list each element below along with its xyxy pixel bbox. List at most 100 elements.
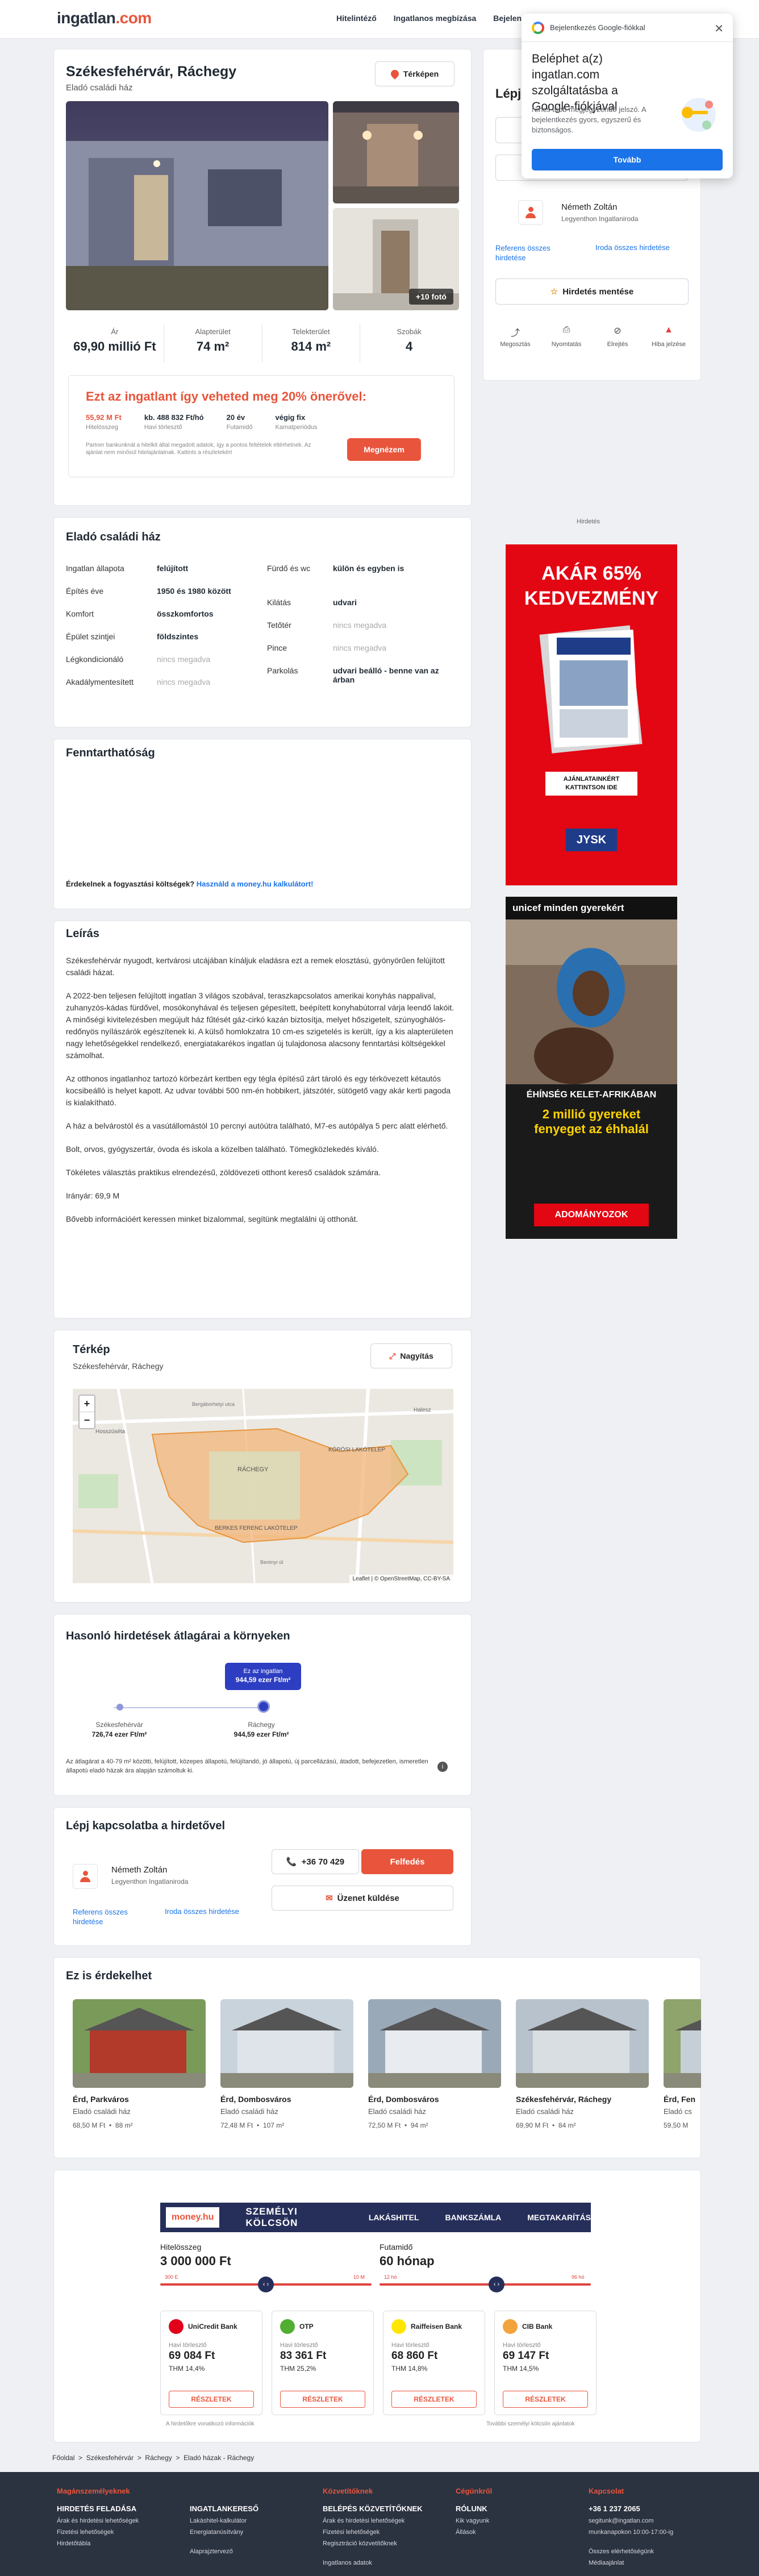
footer-column: Cégünkről RÓLUNK Kik vagyunk Állások (456, 2487, 581, 2536)
suggested-listing-area: 94 m² (410, 2121, 428, 2129)
footer-main-link[interactable]: BELÉPÉS KÖZVETÍTŐKNEK (323, 2504, 448, 2513)
google-popup-header: Bejelentkezés Google-fiókkal (550, 23, 645, 32)
bank-offer: CIB Bank Havi törlesztő 69 147 Ft THM 14,5%… (494, 2311, 597, 2415)
suggested-listing-image (73, 1999, 206, 2088)
bank-monthly-value: 69 084 Ft (169, 2350, 215, 2362)
google-popup-text: Nincs több megjegyzendő jelszó. A bejele… (532, 105, 646, 134)
footer-link[interactable]: Kik vagyunk (456, 2517, 581, 2524)
bank-logo-icon (503, 2319, 518, 2334)
footer-column: Magánszemélyeknek HIRDETÉS FELADÁSA Árak é… (57, 2487, 182, 2547)
bank-thm: THM 25,2% (280, 2365, 316, 2373)
breadcrumb-home[interactable]: Főoldal (52, 2454, 74, 2462)
google-continue-button[interactable]: Tovább (532, 149, 723, 170)
suggested-listing[interactable]: Érd, Parkváros Eladó családi ház 68,50 M F… (73, 1999, 206, 2130)
suggested-listing[interactable]: Érd, Dombosváros Eladó családi ház 72,50 M… (368, 1999, 501, 2130)
suggested-listing-title: Érd, Dombosváros (220, 2095, 291, 2104)
bank-offer: OTP Havi törlesztő 83 361 Ft THM 25,2% RÉSZL… (272, 2311, 374, 2415)
bank-name: UniCredit Bank (188, 2323, 237, 2331)
footer-link[interactable]: Energiatanúsítvány (190, 2529, 315, 2536)
money-tab-personal-loan[interactable]: SZEMÉLYI KÖLCSÖN (245, 2206, 342, 2229)
site-footer: Magánszemélyeknek HIRDETÉS FELADÁSA Árak é… (0, 2472, 759, 2576)
footer-main-link[interactable]: HIRDETÉS FELADÁSA (57, 2504, 182, 2513)
footer-link[interactable]: Fizetési lehetőségek (323, 2529, 448, 2536)
suggested-listing[interactable]: Érd, Dombosváros Eladó családi ház 72,48 M… (220, 1999, 353, 2130)
money-tab-savings[interactable]: MEGTAKARÍTÁS (527, 2213, 591, 2222)
bank-details-button[interactable]: RÉSZLETEK (169, 2391, 254, 2408)
footer-link[interactable]: Médiaajánlat (589, 2560, 714, 2566)
footer-link[interactable] (589, 2540, 714, 2544)
bank-thm: THM 14,4% (169, 2365, 205, 2373)
bank-name: OTP (299, 2323, 314, 2331)
bank-monthly-label: Havi törlesztő (503, 2342, 541, 2349)
money-logo[interactable]: money.hu (166, 2207, 220, 2228)
suggested-listing-title: Székesfehérvár, Ráchegy (516, 2095, 612, 2104)
footer-main-link[interactable]: RÓLUNK (456, 2504, 581, 2513)
term-label: Futamidő (380, 2242, 413, 2252)
suggested-listing[interactable]: Érd, Fen Eladó cs 59,50 M (664, 1999, 701, 2130)
close-icon[interactable]: ✕ (714, 22, 724, 36)
term-max: 96 hó (572, 2274, 585, 2280)
bank-monthly-value: 69 147 Ft (503, 2350, 549, 2362)
bank-logo-icon (280, 2319, 295, 2334)
term-slider[interactable] (380, 2283, 591, 2286)
money-footnote-left[interactable]: A hirdetőkre vonatkozó információk (166, 2421, 255, 2427)
suggested-listing-type: Eladó családi ház (220, 2107, 278, 2116)
footer-column: INGATLANKERESŐ Lakáshitel-kalkulátor Energ… (190, 2487, 315, 2555)
footer-main-link[interactable]: INGATLANKERESŐ (190, 2504, 315, 2513)
term-value: 60 hónap (380, 2254, 435, 2268)
footer-link[interactable]: Árak és hirdetési lehetőségek (57, 2517, 182, 2524)
suggested-listing-area: 88 m² (115, 2121, 133, 2129)
money-tab-account[interactable]: BANKSZÁMLA (445, 2213, 502, 2222)
bank-offer: Raiffeisen Bank Havi törlesztő 68 860 Ft TH… (383, 2311, 485, 2415)
breadcrumb-city[interactable]: Székesfehérvár (86, 2454, 134, 2462)
bank-details-button[interactable]: RÉSZLETEK (391, 2391, 477, 2408)
bank-monthly-label: Havi törlesztő (391, 2342, 429, 2349)
bank-details-button[interactable]: RÉSZLETEK (280, 2391, 365, 2408)
bank-name: CIB Bank (522, 2323, 553, 2331)
suggested-listing[interactable]: Székesfehérvár, Ráchegy Eladó családi ház… (516, 1999, 649, 2130)
bank-monthly-label: Havi törlesztő (169, 2342, 207, 2349)
footer-link[interactable]: Hirdetőtábla (57, 2540, 182, 2547)
footer-link[interactable]: Árak és hirdetési lehetőségek (323, 2517, 448, 2524)
footer-link[interactable]: Fizetési lehetőségek (57, 2529, 182, 2536)
money-footnote-right[interactable]: További személyi kölcsön ajánlatok (486, 2421, 575, 2427)
footer-heading (190, 2487, 315, 2495)
amount-max: 10 M (353, 2274, 365, 2280)
footer-link[interactable] (323, 2552, 448, 2555)
footer-link[interactable]: Regisztráció közvetítőknek (323, 2540, 448, 2547)
footer-link[interactable]: Alaprajztervező (190, 2548, 315, 2555)
footer-heading: Közvetítőknek (323, 2487, 373, 2495)
key-illustration-icon (682, 98, 716, 132)
footer-column: Kapcsolat +36 1 237 2065 segitunk@ingatlan… (589, 2487, 714, 2566)
breadcrumb-district[interactable]: Ráchegy (145, 2454, 172, 2462)
google-logo-icon (532, 21, 544, 34)
bank-details-button[interactable]: RÉSZLETEK (503, 2391, 588, 2408)
footer-link[interactable]: Állások (456, 2529, 581, 2536)
bank-thm: THM 14,5% (503, 2365, 539, 2373)
suggested-listing-price: 72,50 M Ft (368, 2121, 401, 2129)
money-tab-mortgage[interactable]: LAKÁSHITEL (369, 2213, 419, 2222)
bank-monthly-label: Havi törlesztő (280, 2342, 318, 2349)
amount-slider-handle[interactable]: ‹ › (258, 2277, 274, 2292)
term-slider-handle[interactable]: ‹ › (489, 2277, 504, 2292)
bank-monthly-value: 83 361 Ft (280, 2350, 327, 2362)
bank-name: Raiffeisen Bank (411, 2323, 462, 2331)
suggested-listing-type: Eladó családi ház (516, 2107, 574, 2116)
footer-link[interactable]: munkanapokon 10:00-17:00-ig (589, 2529, 714, 2536)
suggested-listing-price: 59,50 M (664, 2121, 689, 2129)
suggested-listing-image (368, 1999, 501, 2088)
footer-link[interactable] (190, 2540, 315, 2544)
footer-heading: Kapcsolat (589, 2487, 624, 2495)
suggested-listing-type: Eladó családi ház (73, 2107, 131, 2116)
amount-min: 300 E (165, 2274, 178, 2280)
footer-link[interactable]: Lakáshitel-kalkulátor (190, 2517, 315, 2524)
footer-main-link[interactable]: +36 1 237 2065 (589, 2504, 714, 2513)
footer-link[interactable]: Ingatlanos adatok (323, 2560, 448, 2566)
suggested-listing-image (220, 1999, 353, 2088)
suggested-listing-area: 84 m² (558, 2121, 576, 2129)
breadcrumb-current: Eladó házak - Ráchegy (184, 2454, 255, 2462)
footer-link[interactable]: segitunk@ingatlan.com (589, 2517, 714, 2524)
bank-thm: THM 14,8% (391, 2365, 428, 2373)
bank-offer: UniCredit Bank Havi törlesztő 69 084 Ft THM… (160, 2311, 262, 2415)
footer-link[interactable]: Összes elérhetőségünk (589, 2548, 714, 2555)
